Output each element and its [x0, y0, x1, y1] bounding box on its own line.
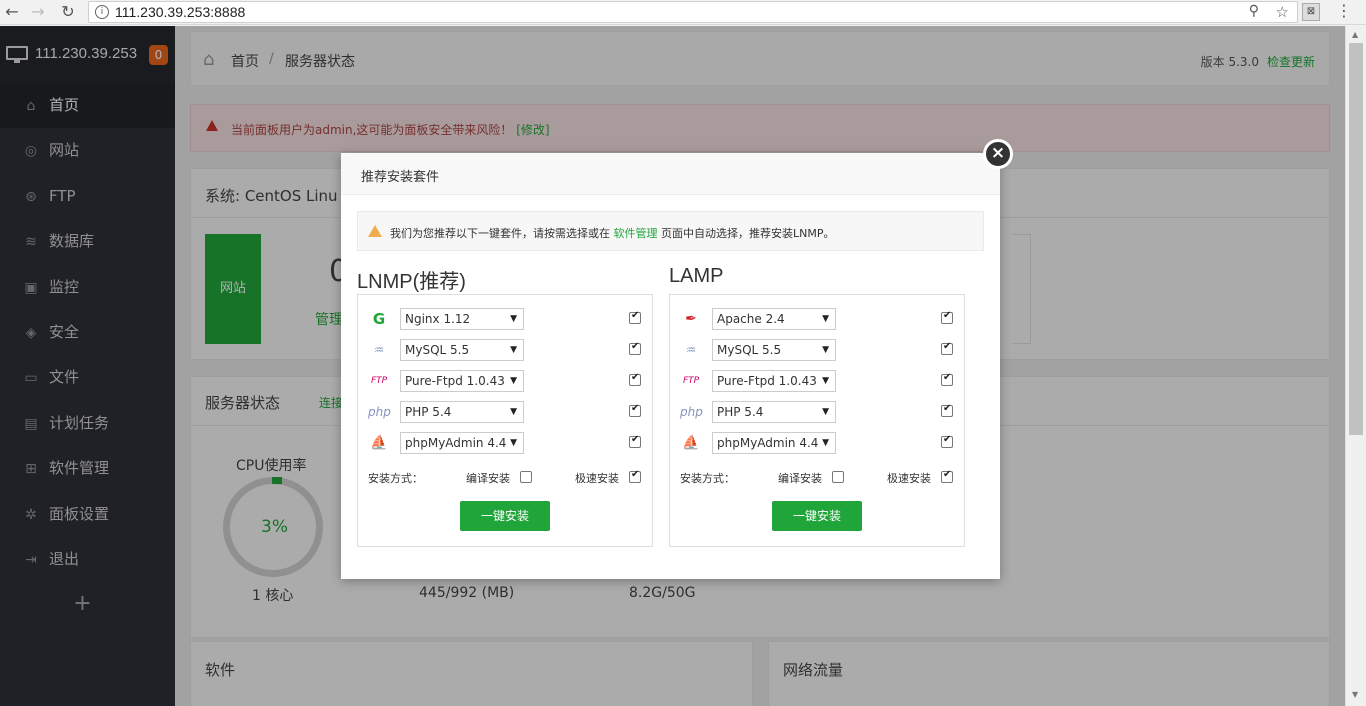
compile-install-checkbox[interactable]	[520, 471, 532, 483]
phpmyadmin-checkbox[interactable]	[629, 434, 641, 448]
phpmyadmin-icon: ⛵	[370, 435, 388, 451]
fast-install-checkbox[interactable]	[629, 469, 641, 483]
php-icon: php	[680, 405, 703, 419]
phpmyadmin-icon: ⛵	[682, 435, 700, 451]
nginx-icon: G	[372, 310, 386, 328]
dialog-header: 推荐安装套件	[341, 153, 1000, 195]
mysql-icon: ♒	[685, 343, 697, 357]
php-checkbox[interactable]	[941, 403, 953, 417]
warning-icon	[368, 225, 382, 237]
bookmark-star-icon[interactable]: ☆	[1276, 3, 1289, 21]
extension-icon[interactable]: ⊠	[1302, 3, 1320, 21]
compile-install-label: 编译安装	[466, 472, 510, 485]
recommendation-tip: 我们为您推荐以下一键套件，请按需选择或在 软件管理 页面中自动选择，推荐安装LN…	[357, 211, 984, 251]
lamp-row-php: php PHP 5.4 ▼	[670, 399, 964, 425]
phpmyadmin-version-select[interactable]: phpMyAdmin 4.4 ▼	[400, 432, 524, 454]
mysql-version-select[interactable]: MySQL 5.5 ▼	[712, 339, 836, 361]
forward-arrow-icon[interactable]: →	[28, 2, 48, 22]
address-bar[interactable]: i 111.230.39.253:8888 ⚲ ☆	[88, 1, 1298, 23]
fast-install-label: 极速安装	[887, 472, 931, 485]
lamp-box: ✒ Apache 2.4▼ ♒ MySQL 5.5▼ FTP Pure-Ftpd…	[669, 294, 965, 547]
scroll-up-icon[interactable]: ▲	[1352, 30, 1358, 39]
ftp-version-select[interactable]: Pure-Ftpd 1.0.43 ▼	[712, 370, 836, 392]
lnmp-title: LNMP(推荐)	[357, 271, 466, 293]
lnmp-box: G Nginx 1.12▼ ♒ MySQL 5.5▼ FTP Pure-Ftpd…	[357, 294, 653, 547]
compile-install-label: 编译安装	[778, 472, 822, 485]
reload-icon[interactable]: ↻	[58, 2, 78, 22]
software-manage-link[interactable]: 软件管理	[614, 227, 658, 240]
lnmp-row-php: php PHP 5.4 ▼	[358, 399, 652, 425]
browser-menu-icon[interactable]: ⋮	[1336, 1, 1352, 20]
fast-install-label: 极速安装	[575, 472, 619, 485]
nginx-version-select[interactable]: Nginx 1.12 ▼	[400, 308, 524, 330]
key-icon[interactable]: ⚲	[1249, 3, 1259, 19]
apache-feather-icon: ✒	[685, 311, 697, 327]
lnmp-row-phpmyadmin: ⛵ phpMyAdmin 4.4 ▼	[358, 430, 652, 456]
close-icon[interactable]: ×	[983, 139, 1013, 169]
browser-toolbar: ← → ↻ i 111.230.39.253:8888 ⚲ ☆ ⊠ ⋮	[0, 0, 1366, 25]
scroll-down-icon[interactable]: ▼	[1352, 690, 1358, 699]
phpmyadmin-checkbox[interactable]	[941, 434, 953, 448]
mysql-checkbox[interactable]	[941, 341, 953, 355]
mysql-version-select[interactable]: MySQL 5.5 ▼	[400, 339, 524, 361]
lnmp-row-web: G Nginx 1.12 ▼	[358, 306, 652, 332]
lamp-row-mysql: ♒ MySQL 5.5 ▼	[670, 337, 964, 363]
ftp-logo-icon: FTP	[370, 376, 388, 386]
back-arrow-icon[interactable]: ←	[2, 2, 22, 22]
ftp-version-select[interactable]: Pure-Ftpd 1.0.43 ▼	[400, 370, 524, 392]
info-icon[interactable]: i	[95, 5, 109, 19]
url-text[interactable]: 111.230.39.253:8888	[115, 4, 245, 20]
phpmyadmin-version-select[interactable]: phpMyAdmin 4.4 ▼	[712, 432, 836, 454]
lnmp-row-ftp: FTP Pure-Ftpd 1.0.43 ▼	[358, 368, 652, 394]
apache-checkbox[interactable]	[941, 310, 953, 324]
page-scrollbar[interactable]: ▲ ▼	[1345, 26, 1366, 706]
php-version-select[interactable]: PHP 5.4 ▼	[712, 401, 836, 423]
lamp-row-ftp: FTP Pure-Ftpd 1.0.43 ▼	[670, 368, 964, 394]
php-checkbox[interactable]	[629, 403, 641, 417]
tip-text: 我们为您推荐以下一键套件，请按需选择或在	[390, 227, 610, 240]
nginx-checkbox[interactable]	[629, 310, 641, 324]
ftp-logo-icon: FTP	[682, 376, 700, 386]
mysql-checkbox[interactable]	[629, 341, 641, 355]
fast-install-checkbox[interactable]	[941, 469, 953, 483]
compile-install-checkbox[interactable]	[832, 471, 844, 483]
lamp-row-phpmyadmin: ⛵ phpMyAdmin 4.4 ▼	[670, 430, 964, 456]
php-icon: php	[368, 405, 391, 419]
lamp-title: LAMP	[669, 265, 724, 287]
mysql-icon: ♒	[373, 343, 385, 357]
tip-text-end: 页面中自动选择，推荐安装LNMP。	[661, 227, 835, 240]
install-mode-label: 安装方式：	[368, 472, 423, 485]
ftp-checkbox[interactable]	[629, 372, 641, 386]
lamp-row-web: ✒ Apache 2.4 ▼	[670, 306, 964, 332]
install-suite-dialog: 推荐安装套件 我们为您推荐以下一键套件，请按需选择或在 软件管理 页面中自动选择…	[341, 153, 1000, 579]
install-mode-label: 安装方式：	[680, 472, 735, 485]
lnmp-install-button[interactable]: 一键安装	[460, 501, 550, 531]
scrollbar-thumb[interactable]	[1349, 43, 1363, 435]
php-version-select[interactable]: PHP 5.4 ▼	[400, 401, 524, 423]
apache-version-select[interactable]: Apache 2.4 ▼	[712, 308, 836, 330]
ftp-checkbox[interactable]	[941, 372, 953, 386]
lamp-install-button[interactable]: 一键安装	[772, 501, 862, 531]
lnmp-row-mysql: ♒ MySQL 5.5 ▼	[358, 337, 652, 363]
dialog-title: 推荐安装套件	[361, 170, 440, 185]
